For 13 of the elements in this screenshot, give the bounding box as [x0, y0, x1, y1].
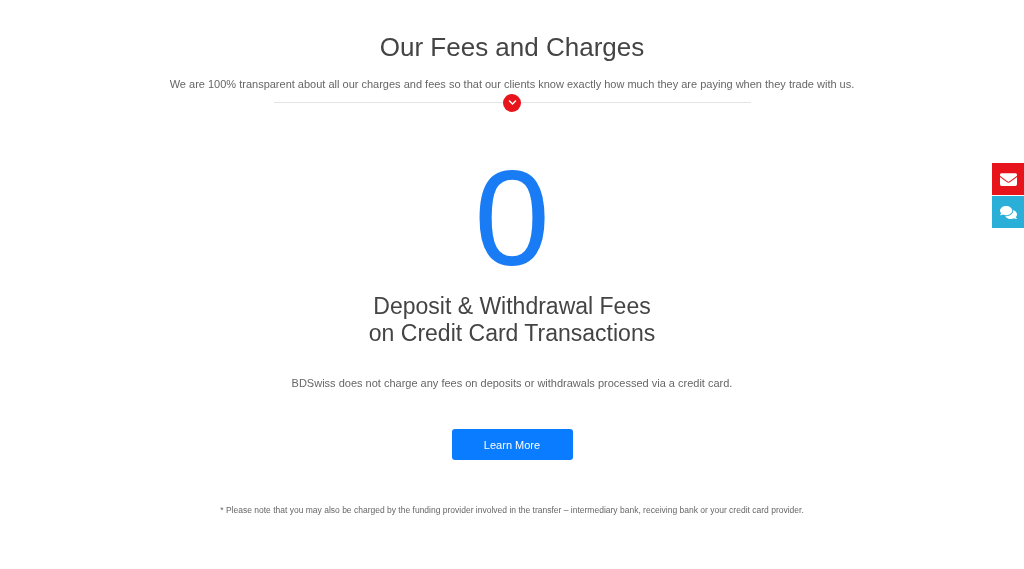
feature-heading: Deposit & Withdrawal Fees — [372, 293, 652, 320]
footnote: * Please note that you may also be charged by the funding provider involved in the transfer – intermediary bank, receiving bank or your credit card provider. — [219, 504, 805, 517]
chat-icon — [999, 203, 1017, 221]
chat-button[interactable] — [992, 196, 1024, 228]
chevron-down-icon[interactable] — [503, 93, 521, 112]
feature-heading: on Credit Card Transactions — [368, 320, 656, 347]
fee-figure: 0 — [474, 153, 550, 283]
email-button[interactable] — [992, 163, 1024, 195]
subtitle: We are 100% transparent about all our charges and fees so that our clients know exactly how much they are paying when they trade with us. — [169, 78, 855, 90]
learn-more-button[interactable]: Learn More — [451, 429, 573, 460]
page-title: Our Fees and Charges — [379, 31, 645, 64]
feature-description: BDSwiss does not charge any fees on deposits or withdrawals processed via a credit card. — [291, 377, 733, 389]
email-icon — [999, 170, 1017, 188]
